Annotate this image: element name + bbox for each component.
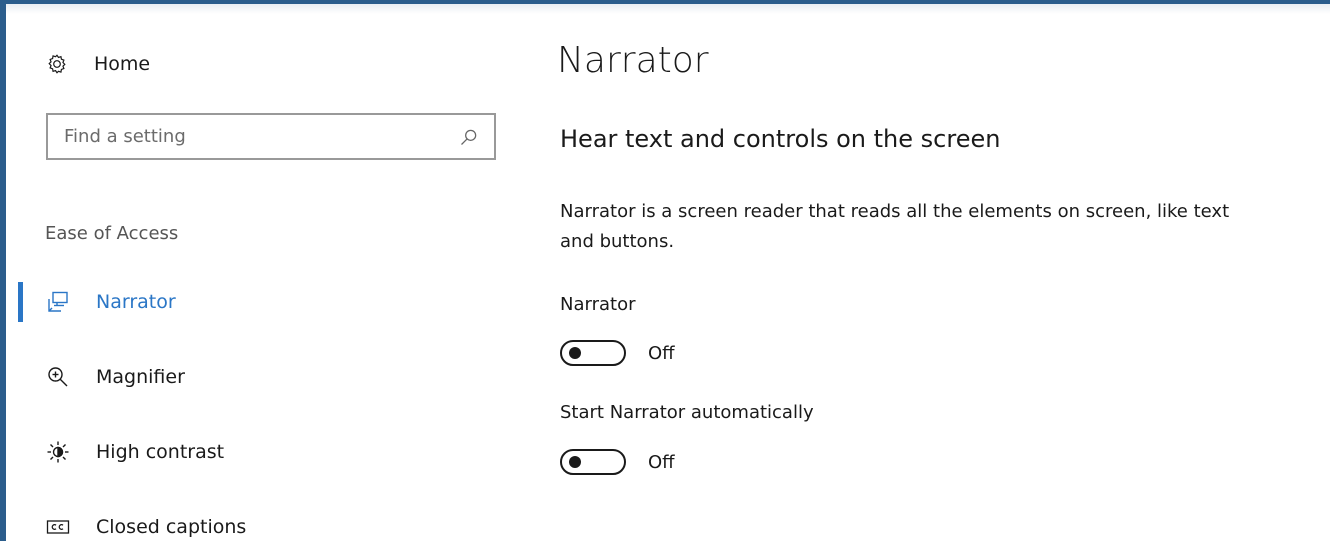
gear-icon xyxy=(44,51,70,77)
settings-window: Home Ease of Access xyxy=(0,0,1330,541)
closed-captions-icon xyxy=(45,514,71,540)
home-link[interactable]: Home xyxy=(44,48,150,80)
search-input[interactable] xyxy=(48,115,458,158)
sidebar-item-narrator[interactable]: Narrator xyxy=(12,280,502,324)
section-heading: Hear text and controls on the screen xyxy=(560,125,1001,153)
auto-start-toggle-state: Off xyxy=(648,451,675,473)
narrator-icon xyxy=(45,289,71,315)
narrator-setting-label: Narrator xyxy=(560,294,636,315)
narrator-toggle-row: Off xyxy=(560,338,675,368)
narrator-toggle-state: Off xyxy=(648,342,675,364)
home-label: Home xyxy=(94,53,151,75)
sidebar-item-high-contrast[interactable]: High contrast xyxy=(12,430,502,474)
sidebar-item-closed-captions[interactable]: Closed captions xyxy=(12,505,502,549)
toggle-knob xyxy=(569,347,581,359)
auto-start-toggle[interactable] xyxy=(560,449,626,475)
main-content: Narrator Hear text and controls on the s… xyxy=(557,8,1320,545)
search-icon[interactable] xyxy=(458,126,480,148)
sidebar-item-label: Narrator xyxy=(96,291,176,313)
narrator-toggle[interactable] xyxy=(560,340,626,366)
auto-start-setting-label: Start Narrator automatically xyxy=(560,402,814,423)
sidebar-item-label: Closed captions xyxy=(96,516,247,538)
description-text: Narrator is a screen reader that reads a… xyxy=(560,201,1230,252)
toggle-knob xyxy=(569,456,581,468)
sidebar-item-magnifier[interactable]: Magnifier xyxy=(12,355,502,399)
auto-start-toggle-row: Off xyxy=(560,447,675,477)
magnifier-icon xyxy=(45,364,71,390)
sidebar-item-label: High contrast xyxy=(96,441,225,463)
sidebar: Home Ease of Access xyxy=(12,8,512,545)
page-title: Narrator xyxy=(557,40,709,81)
high-contrast-icon xyxy=(45,439,71,465)
section-label: Ease of Access xyxy=(45,223,179,244)
search-box xyxy=(46,113,496,160)
sidebar-item-label: Magnifier xyxy=(96,366,185,388)
